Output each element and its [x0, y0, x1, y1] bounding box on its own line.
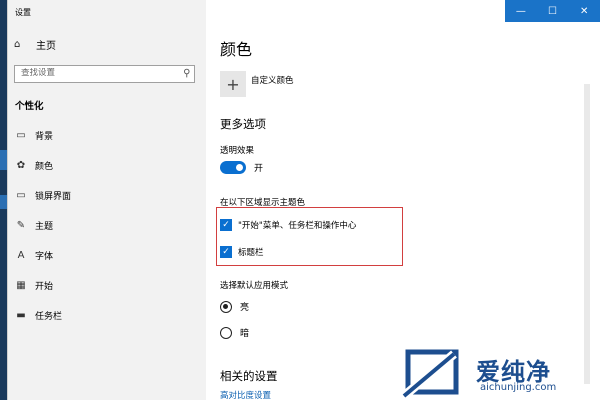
more-options-heading: 更多选项	[220, 117, 266, 131]
transparency-toggle-row: 开	[220, 161, 263, 174]
sidebar-item-label: 任务栏	[35, 311, 63, 322]
title-bar: 设置	[8, 0, 206, 28]
sidebar-item-colors[interactable]: ✿ 颜色	[8, 150, 206, 180]
toggle-state-label: 开	[254, 164, 264, 174]
image-icon: ▭	[16, 129, 26, 141]
checkbox-title-bar[interactable]: ✓ 标题栏	[220, 246, 264, 258]
section-title: 个性化	[15, 101, 44, 112]
radio-label: 亮	[240, 303, 250, 313]
sidebar-item-label: 背景	[35, 131, 54, 142]
sidebar-item-lock-screen[interactable]: ▭ 锁屏界面	[8, 180, 206, 210]
search-box: ⚲	[14, 65, 195, 83]
checkbox-checked[interactable]: ✓	[220, 246, 232, 258]
desktop-wallpaper-strip	[0, 0, 7, 400]
sidebar-item-label: 开始	[35, 281, 54, 292]
sidebar-item-fonts[interactable]: A 字体	[8, 240, 206, 270]
window-controls: — ☐ ✕	[505, 0, 600, 22]
page-title: 颜色	[220, 40, 253, 59]
watermark: 爱纯净 aichunjing.com	[398, 344, 598, 400]
toggle-knob	[236, 164, 243, 171]
maximize-button[interactable]: ☐	[537, 0, 569, 22]
radio-button[interactable]	[220, 326, 232, 339]
radio-dark[interactable]: 暗	[220, 326, 249, 339]
custom-color-label: 自定义颜色	[251, 76, 294, 86]
sidebar-item-start[interactable]: ▦ 开始	[8, 270, 206, 300]
home-icon: ⌂	[14, 39, 21, 50]
title-bar-right: — ☐ ✕	[206, 0, 600, 24]
sidebar-item-label: 主题	[35, 221, 54, 232]
monitor-icon: ▭	[16, 189, 26, 201]
sidebar-item-label: 颜色	[35, 161, 54, 172]
related-settings-heading: 相关的设置	[220, 369, 278, 383]
palette-icon: ✿	[16, 159, 26, 171]
taskbar-icon: ▬	[16, 309, 26, 321]
settings-window: 设置 — ☐ ✕ ⌂ 主页 ⚲ 个性化 ▭ 背景 ✿ 颜色	[7, 0, 600, 400]
custom-color-option[interactable]: + 自定义颜色	[220, 71, 294, 97]
high-contrast-link[interactable]: 高对比度设置	[220, 389, 271, 400]
checkbox-label: "开始"菜单、任务栏和操作中心	[238, 221, 357, 231]
sidebar: ⌂ 主页 ⚲ 个性化 ▭ 背景 ✿ 颜色 ▭ 锁屏界面 ✎ 主题	[8, 28, 206, 400]
checkbox-start-taskbar[interactable]: ✓ "开始"菜单、任务栏和操作中心	[220, 219, 356, 231]
close-button[interactable]: ✕	[568, 0, 600, 22]
sidebar-nav: ▭ 背景 ✿ 颜色 ▭ 锁屏界面 ✎ 主题 A 字体 ▦ 开始 ▬ 任务栏	[8, 120, 206, 330]
watermark-url: aichunjing.com	[480, 382, 557, 393]
desktop-icon-fragment	[0, 195, 7, 209]
start-menu-icon: ▦	[16, 279, 26, 291]
radio-label: 暗	[240, 329, 250, 339]
search-input[interactable]	[21, 68, 171, 78]
window-title: 设置	[15, 8, 31, 17]
sidebar-item-home[interactable]: ⌂ 主页	[14, 37, 56, 52]
app-mode-label: 选择默认应用模式	[220, 281, 289, 291]
checkbox-label: 标题栏	[238, 248, 264, 258]
transparency-label: 透明效果	[220, 146, 255, 156]
radio-light[interactable]: 亮	[220, 300, 249, 313]
sidebar-item-background[interactable]: ▭ 背景	[8, 120, 206, 150]
theme-brush-icon: ✎	[16, 219, 26, 231]
sidebar-item-taskbar[interactable]: ▬ 任务栏	[8, 300, 206, 330]
radio-button-selected[interactable]	[220, 300, 232, 313]
checkbox-checked[interactable]: ✓	[220, 219, 232, 231]
scrollbar[interactable]	[584, 84, 590, 384]
minimize-button[interactable]: —	[505, 0, 537, 22]
sidebar-item-label: 主页	[36, 41, 56, 52]
plus-icon[interactable]: +	[220, 71, 246, 97]
sidebar-item-themes[interactable]: ✎ 主题	[8, 210, 206, 240]
sidebar-item-label: 字体	[35, 251, 54, 262]
font-icon: A	[17, 249, 25, 261]
watermark-logo-icon	[401, 349, 459, 400]
sidebar-item-label: 锁屏界面	[35, 191, 72, 202]
search-icon[interactable]: ⚲	[183, 68, 190, 79]
desktop-icon-fragment	[0, 150, 7, 170]
transparency-toggle[interactable]	[220, 161, 246, 174]
